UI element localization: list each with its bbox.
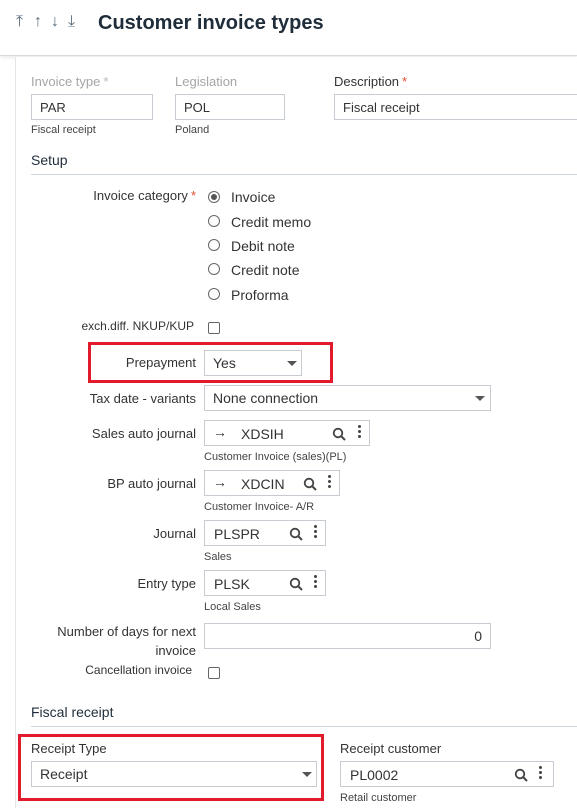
chevron-down-icon xyxy=(475,396,485,401)
fiscal-receipt-divider xyxy=(31,726,577,727)
more-options-icon[interactable] xyxy=(539,766,543,782)
exch-diff-label: exch.diff. NKUP/KUP xyxy=(81,319,195,333)
highlight-box-receipt-type xyxy=(18,734,324,801)
radio-credit-memo-label: Credit memo xyxy=(231,214,312,230)
more-options-icon[interactable] xyxy=(314,525,318,541)
search-icon[interactable] xyxy=(289,577,303,591)
tax-date-select[interactable]: None connection xyxy=(204,385,491,411)
tax-date-label: Tax date - variants xyxy=(89,391,196,406)
entry-type-value: PLSK xyxy=(214,576,250,592)
radio-credit-note-label: Credit note xyxy=(231,262,300,278)
search-icon[interactable] xyxy=(332,427,346,441)
more-options-icon[interactable] xyxy=(314,575,318,591)
description-input[interactable]: Fiscal receipt xyxy=(334,94,577,120)
radio-invoice[interactable] xyxy=(208,191,220,203)
bp-auto-journal-label: BP auto journal xyxy=(107,476,196,491)
radio-debit-note-label: Debit note xyxy=(231,238,295,254)
receipt-customer-description: Retail customer xyxy=(340,792,417,804)
journal-field[interactable]: PLSPR xyxy=(204,520,326,546)
last-record-icon[interactable]: ⤓ xyxy=(68,13,75,31)
journal-label: Journal xyxy=(153,526,196,541)
bp-auto-journal-value: XDCIN xyxy=(241,476,285,492)
journal-value: PLSPR xyxy=(214,526,260,542)
tax-date-value: None connection xyxy=(213,390,319,406)
invoice-type-label: Invoice type * xyxy=(31,74,109,89)
search-icon[interactable] xyxy=(514,768,528,782)
entry-type-field[interactable]: PLSK xyxy=(204,570,326,596)
fiscal-receipt-section-title: Fiscal receipt xyxy=(31,704,114,720)
page-header: ⤒ ↑ ↓ ⤓ Customer invoice types xyxy=(0,0,577,56)
form-content: Invoice type * PAR Fiscal receipt Legisla… xyxy=(15,57,577,808)
journal-description: Sales xyxy=(204,551,232,563)
entry-type-description: Local Sales xyxy=(204,601,261,613)
arrow-right-icon[interactable]: → xyxy=(213,424,227,440)
setup-section-title: Setup xyxy=(31,152,68,168)
receipt-customer-field[interactable]: PL0002 xyxy=(340,761,554,787)
first-record-icon[interactable]: ⤒ xyxy=(16,13,23,31)
sales-auto-journal-description: Customer Invoice (sales)(PL) xyxy=(204,451,347,463)
invoice-type-description: Fiscal receipt xyxy=(31,124,96,136)
setup-divider xyxy=(31,174,577,175)
bp-auto-journal-description: Customer Invoice- A/R xyxy=(204,501,315,513)
cancellation-invoice-label: Cancellation invoice xyxy=(85,663,192,677)
sales-auto-journal-value: XDSIH xyxy=(241,426,284,442)
sales-auto-journal-label: Sales auto journal xyxy=(91,426,196,441)
radio-proforma[interactable] xyxy=(208,288,220,300)
highlight-box-prepayment xyxy=(88,342,333,383)
radio-credit-note[interactable] xyxy=(208,263,220,275)
radio-debit-note[interactable] xyxy=(208,239,220,251)
legislation-field: POL xyxy=(175,94,285,120)
more-options-icon[interactable] xyxy=(328,475,332,491)
next-record-icon[interactable]: ↓ xyxy=(51,13,59,31)
previous-record-icon[interactable]: ↑ xyxy=(34,13,42,31)
cancellation-invoice-checkbox[interactable] xyxy=(208,667,220,679)
receipt-customer-value: PL0002 xyxy=(350,767,399,783)
receipt-customer-label: Receipt customer xyxy=(340,741,442,756)
sales-auto-journal-field[interactable]: → XDSIH xyxy=(204,420,370,446)
legislation-label: Legislation xyxy=(175,74,238,89)
radio-credit-memo[interactable] xyxy=(208,215,220,227)
days-next-invoice-input[interactable]: 0 xyxy=(204,623,491,649)
invoice-category-label: Invoice category * xyxy=(93,188,196,203)
search-icon[interactable] xyxy=(289,527,303,541)
page-title: Customer invoice types xyxy=(98,12,324,34)
bp-auto-journal-field[interactable]: → XDCIN xyxy=(204,470,340,496)
days-next-invoice-label: Number of days for next invoice xyxy=(57,624,196,658)
legislation-description: Poland xyxy=(175,124,210,136)
more-options-icon[interactable] xyxy=(358,425,362,441)
radio-invoice-label: Invoice xyxy=(231,189,276,205)
invoice-type-field: PAR xyxy=(31,94,153,120)
description-label: Description * xyxy=(334,74,408,89)
radio-proforma-label: Proforma xyxy=(231,287,289,303)
search-icon[interactable] xyxy=(303,477,317,491)
exch-diff-checkbox[interactable] xyxy=(208,322,220,334)
entry-type-label: Entry type xyxy=(137,576,196,591)
arrow-right-icon[interactable]: → xyxy=(213,474,227,490)
